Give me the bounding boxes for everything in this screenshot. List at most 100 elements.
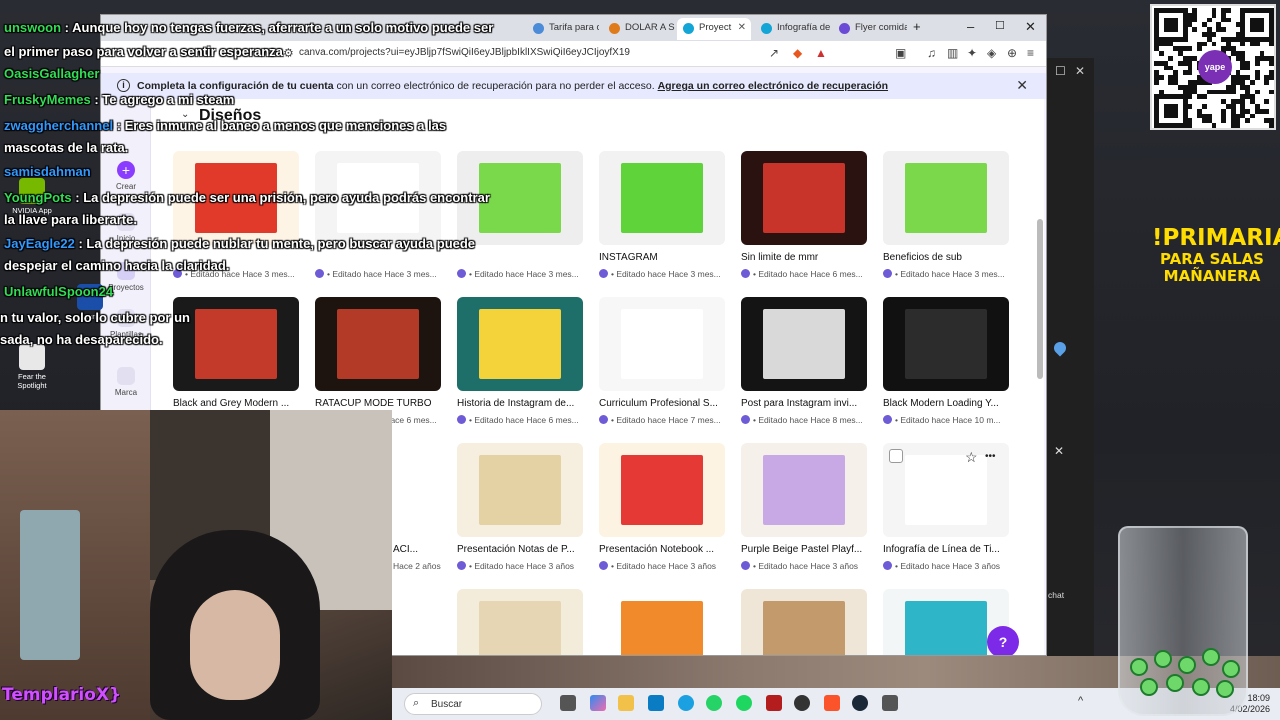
store-icon[interactable] [648, 695, 664, 711]
design-thumbnail[interactable] [457, 297, 583, 391]
music-icon[interactable]: ♫ [927, 46, 936, 60]
tabs-icon[interactable]: ▣ [895, 46, 906, 60]
tab-flyer[interactable]: Flyer comida [833, 18, 907, 40]
rewards-icon[interactable]: ▲ [815, 46, 827, 60]
design-title[interactable]: Infografía de Línea de Ti... [883, 544, 1013, 555]
close-tab-icon[interactable]: ✕ [738, 22, 746, 33]
design-thumbnail[interactable] [741, 297, 867, 391]
thumbnail-art [621, 455, 703, 525]
tab-tarifa[interactable]: Tarifa para c [527, 18, 599, 40]
design-thumbnail[interactable] [741, 151, 867, 245]
design-title[interactable]: Presentación Notebook ... [599, 544, 729, 555]
star-icon[interactable]: ☆ [965, 449, 978, 466]
design-title[interactable]: Sin limite de mmr [741, 252, 871, 263]
design-title[interactable]: Curriculum Profesional S... [599, 398, 729, 409]
brave-icon[interactable] [824, 695, 840, 711]
chat-message: zwaggherchannel : Eres inmune al baneo a… [4, 118, 446, 133]
file-explorer-icon[interactable] [618, 695, 634, 711]
chat-username: UnlawfulSpoon24 [4, 284, 114, 299]
create-button[interactable]: + Crear [101, 161, 151, 191]
scrollbar[interactable] [1037, 219, 1043, 379]
extensions-icon[interactable]: ✦ [967, 46, 977, 60]
thumbnail-art [763, 163, 845, 233]
close-icon[interactable]: ✕ [1054, 444, 1064, 458]
design-meta: • Editado hace Hace 10 m... [883, 415, 1019, 425]
qr-module [1254, 89, 1260, 95]
design-title[interactable]: Black Modern Loading Y... [883, 398, 1013, 409]
design-thumbnail[interactable] [599, 151, 725, 245]
dota-icon[interactable] [766, 695, 782, 711]
design-title[interactable]: ACI... [393, 544, 449, 555]
chat-message: unswoon : Aunque hoy no tengas fuerzas, … [4, 20, 493, 35]
wallet-icon[interactable]: ◈ [987, 46, 996, 60]
minimize-button[interactable]: – [967, 19, 974, 34]
avatar [883, 561, 892, 570]
close-icon[interactable]: ✕ [1075, 64, 1085, 78]
qr-module [1202, 104, 1207, 109]
tab-label: Tarifa para c [549, 22, 599, 33]
design-title[interactable]: Black and Grey Modern ... [173, 398, 303, 409]
design-title[interactable]: RATACUP MODE TURBO [315, 398, 445, 409]
taskbar-search[interactable]: ⌕ Buscar [404, 693, 542, 715]
design-thumbnail[interactable] [741, 443, 867, 537]
design-meta: • Editado hace Hace 3 mes... [315, 269, 451, 279]
search-placeholder: Buscar [431, 699, 463, 710]
copilot-icon[interactable] [590, 695, 606, 711]
design-thumbnail[interactable] [741, 589, 867, 655]
thumbnail-art [905, 309, 987, 379]
share-icon[interactable]: ↗ [769, 46, 779, 60]
chat-message: el primer paso para volver a sentir espe… [4, 44, 283, 59]
design-title[interactable]: Historia de Instagram de... [457, 398, 587, 409]
avatar [741, 415, 750, 424]
design-title[interactable]: Post para Instagram invi... [741, 398, 871, 409]
steam-icon[interactable] [852, 695, 868, 711]
desktop-icon-fear-the-spotlight[interactable]: Fear the Spotlight [4, 344, 60, 390]
vpn-icon[interactable]: ⊕ [1007, 46, 1017, 60]
maximize-icon[interactable]: ☐ [1055, 64, 1066, 78]
tab-dolar[interactable]: DOLAR A SO [603, 18, 675, 40]
url-field[interactable]: canva.com/projects?ui=eyJBljp7fSwiQiI6ey… [299, 47, 630, 58]
design-thumbnail[interactable] [599, 589, 725, 655]
obs-icon[interactable] [794, 695, 810, 711]
design-title[interactable]: Beneficios de sub [883, 252, 1013, 263]
calculator-icon[interactable] [882, 695, 898, 711]
site-info-icon[interactable]: ⚙ [283, 46, 294, 60]
edge-icon[interactable] [678, 695, 694, 711]
design-thumbnail[interactable] [599, 297, 725, 391]
design-title[interactable]: Purple Beige Pastel Playf... [741, 544, 871, 555]
add-recovery-email-link[interactable]: Agrega un correo electrónico de recupera… [658, 80, 888, 92]
tab-infografia[interactable]: Infografía de [755, 18, 831, 40]
brave-shield-icon[interactable]: ◆ [793, 46, 802, 60]
thumbnail-art [621, 309, 703, 379]
plus-icon: + [117, 161, 135, 179]
chat-username: FruskyMemes [4, 92, 91, 107]
more-options-icon[interactable]: ••• [985, 451, 996, 462]
design-thumbnail[interactable] [457, 589, 583, 655]
spotify-icon[interactable] [736, 695, 752, 711]
help-button[interactable]: ? [987, 626, 1019, 655]
design-thumbnail[interactable] [883, 297, 1009, 391]
whatsapp-icon[interactable] [706, 695, 722, 711]
design-thumbnail[interactable] [457, 443, 583, 537]
design-thumbnail[interactable] [173, 297, 299, 391]
banner-message: Completa la configuración de tu cuenta c… [137, 80, 888, 92]
design-title[interactable]: Presentación Notas de P... [457, 544, 587, 555]
close-window-button[interactable]: ✕ [1025, 19, 1036, 35]
select-checkbox[interactable] [889, 449, 903, 463]
banner-close-icon[interactable]: ✕ [1016, 77, 1028, 94]
new-tab-button[interactable]: + [913, 19, 921, 34]
chevron-up-icon[interactable]: ^ [1078, 695, 1094, 711]
design-title[interactable]: INSTAGRAM [599, 252, 729, 263]
sidebar-item-brand[interactable]: Marca [101, 367, 151, 397]
sidebar-icon[interactable]: ▥ [947, 46, 958, 60]
tab-projects[interactable]: Proyect ✕ [677, 18, 751, 40]
webcam-feed [0, 410, 392, 720]
task-view-icon[interactable] [560, 695, 576, 711]
design-thumbnail[interactable] [883, 151, 1009, 245]
maximize-button[interactable]: ☐ [995, 19, 1005, 32]
design-thumbnail[interactable] [599, 443, 725, 537]
menu-icon[interactable]: ≡ [1027, 46, 1034, 60]
design-thumbnail[interactable] [315, 297, 441, 391]
qr-module [1250, 80, 1255, 85]
thumbnail-art [905, 163, 987, 233]
